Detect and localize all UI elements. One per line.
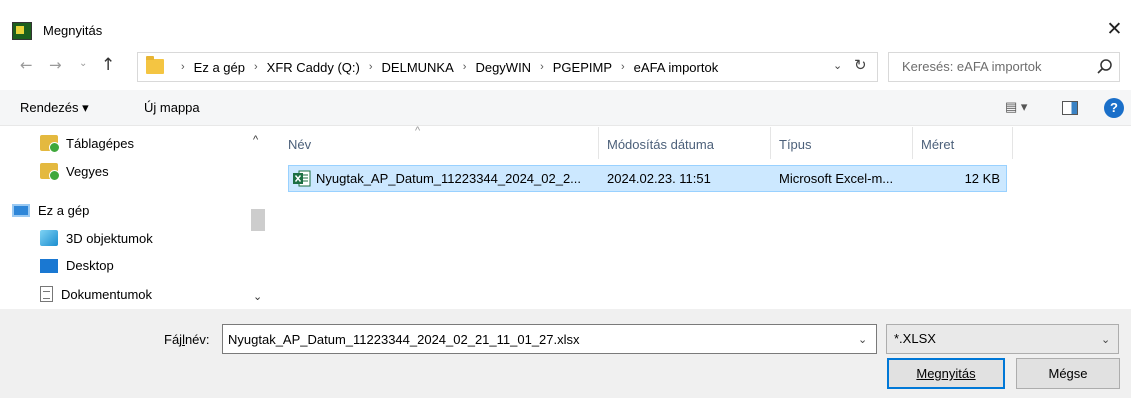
- filename-label-part: név:: [184, 332, 210, 347]
- filename-value: Nyugtak_AP_Datum_11223344_2024_02_21_11_…: [228, 332, 580, 347]
- column-divider[interactable]: [912, 127, 913, 159]
- address-bar[interactable]: › Ez a gép › XFR Caddy (Q:) › DELMUNKA ›…: [137, 52, 878, 82]
- quick-access-folder-icon: [40, 135, 60, 153]
- file-type-filter-select[interactable]: *.XLSX ⌄: [886, 324, 1119, 354]
- nav-item-label: Vegyes: [66, 163, 109, 179]
- address-dropdown-icon[interactable]: ⌄: [833, 59, 842, 72]
- nav-item-desktop[interactable]: Desktop: [40, 258, 114, 273]
- breadcrumb-delmunka[interactable]: DELMUNKA: [382, 60, 454, 75]
- file-name: Nyugtak_AP_Datum_11223344_2024_02_2...: [316, 171, 582, 186]
- nav-item-label: 3D objektumok: [66, 230, 153, 246]
- nav-item-label: Desktop: [66, 258, 114, 273]
- chevron-right-icon[interactable]: ›: [621, 61, 625, 73]
- open-button-label: Megnyitás: [916, 366, 976, 381]
- filter-value: *.XLSX: [894, 331, 936, 346]
- this-pc-icon: [12, 204, 30, 217]
- nav-item-vegyes[interactable]: Vegyes: [40, 163, 109, 181]
- navigation-pane: Táblagépes Vegyes Ez a gép 3D objektumok…: [0, 127, 270, 309]
- open-button[interactable]: Megnyitás: [887, 358, 1005, 389]
- close-button[interactable]: ✕: [1098, 14, 1131, 46]
- sort-ascending-icon: ^: [415, 125, 421, 137]
- file-list: Név ^ Módosítás dátuma Típus Méret Nyugt…: [272, 125, 1131, 309]
- nav-scrollbar[interactable]: ^ ⌄: [248, 127, 268, 309]
- nav-item-documents[interactable]: Dokumentumok: [40, 286, 152, 302]
- breadcrumb-this-pc[interactable]: Ez a gép: [194, 60, 245, 75]
- breadcrumb-pgepimp[interactable]: PGEPIMP: [553, 60, 612, 75]
- breadcrumb-eafa-importok[interactable]: eAFA importok: [634, 60, 719, 75]
- change-view-icon[interactable]: ▤ ▾: [1005, 99, 1027, 115]
- up-arrow-icon[interactable]: ↑: [101, 55, 115, 75]
- column-header-modified[interactable]: Módosítás dátuma: [607, 137, 714, 152]
- column-header-type[interactable]: Típus: [779, 137, 812, 152]
- column-divider[interactable]: [598, 127, 599, 159]
- app-icon: [12, 22, 32, 40]
- filename-input[interactable]: Nyugtak_AP_Datum_11223344_2024_02_21_11_…: [222, 324, 877, 354]
- nav-item-3d-objects[interactable]: 3D objektumok: [40, 230, 153, 246]
- back-arrow-icon[interactable]: ←: [20, 56, 33, 74]
- search-input[interactable]: Keresés: eAFA importok: [888, 52, 1120, 82]
- excel-file-icon: [293, 170, 311, 187]
- search-placeholder: Keresés: eAFA importok: [902, 59, 1042, 74]
- scroll-up-icon[interactable]: ^: [253, 134, 258, 146]
- chevron-right-icon[interactable]: ›: [540, 61, 544, 73]
- help-icon[interactable]: ?: [1104, 98, 1124, 118]
- chevron-right-icon[interactable]: ›: [181, 61, 185, 73]
- documents-icon: [40, 286, 53, 302]
- nav-item-label: Dokumentumok: [61, 286, 153, 302]
- recent-locations-chevron-icon[interactable]: ⌄: [79, 58, 87, 69]
- breadcrumb-drive[interactable]: XFR Caddy (Q:): [267, 60, 360, 75]
- window-title: Megnyitás: [43, 23, 103, 38]
- nav-item-label: Ez a gép: [38, 203, 90, 218]
- breadcrumb: › Ez a gép › XFR Caddy (Q:) › DELMUNKA ›…: [172, 53, 718, 81]
- filename-label-part: Fáj: [164, 332, 183, 347]
- chevron-down-icon[interactable]: ⌄: [858, 333, 867, 346]
- refresh-icon[interactable]: ↻: [854, 56, 867, 74]
- file-size: 12 KB: [964, 171, 1000, 186]
- chevron-down-icon[interactable]: ⌄: [1101, 333, 1110, 346]
- file-type: Microsoft Excel-m...: [779, 171, 894, 186]
- scroll-thumb[interactable]: [251, 209, 265, 231]
- forward-arrow-icon[interactable]: →: [49, 56, 62, 74]
- chevron-right-icon[interactable]: ›: [463, 61, 467, 73]
- title-bar: Megnyitás ✕: [0, 0, 1131, 48]
- quick-access-folder-icon: [40, 163, 60, 181]
- scroll-down-icon[interactable]: ⌄: [253, 290, 262, 303]
- background-window-strip: [0, 0, 1131, 5]
- chevron-right-icon[interactable]: ›: [369, 61, 373, 73]
- nav-item-tablagepes[interactable]: Táblagépes: [40, 135, 134, 153]
- dialog-footer: Fájlnév: Nyugtak_AP_Datum_11223344_2024_…: [0, 309, 1131, 398]
- organize-button[interactable]: Rendezés ▾: [20, 100, 89, 116]
- filename-label: Fájlnév:: [164, 332, 210, 347]
- column-header-name[interactable]: Név: [288, 137, 311, 152]
- column-divider[interactable]: [770, 127, 771, 159]
- chevron-right-icon[interactable]: ›: [254, 61, 258, 73]
- nav-item-this-pc[interactable]: Ez a gép: [12, 203, 89, 218]
- folder-icon: [146, 56, 164, 74]
- desktop-icon: [40, 258, 58, 273]
- table-row[interactable]: Nyugtak_AP_Datum_11223344_2024_02_2... 2…: [288, 165, 1007, 192]
- preview-pane-icon[interactable]: [1062, 101, 1078, 115]
- command-toolbar: Rendezés ▾ Új mappa ▤ ▾ ?: [0, 90, 1131, 126]
- search-icon[interactable]: [1096, 58, 1114, 76]
- new-folder-button[interactable]: Új mappa: [144, 100, 200, 115]
- column-divider[interactable]: [1012, 127, 1013, 159]
- file-modified: 2024.02.23. 11:51: [607, 171, 711, 186]
- breadcrumb-degywin[interactable]: DegyWIN: [475, 60, 531, 75]
- cancel-button[interactable]: Mégse: [1016, 358, 1120, 389]
- nav-item-label: Táblagépes: [66, 135, 134, 151]
- 3d-objects-icon: [40, 230, 58, 246]
- column-header-size[interactable]: Méret: [921, 137, 954, 152]
